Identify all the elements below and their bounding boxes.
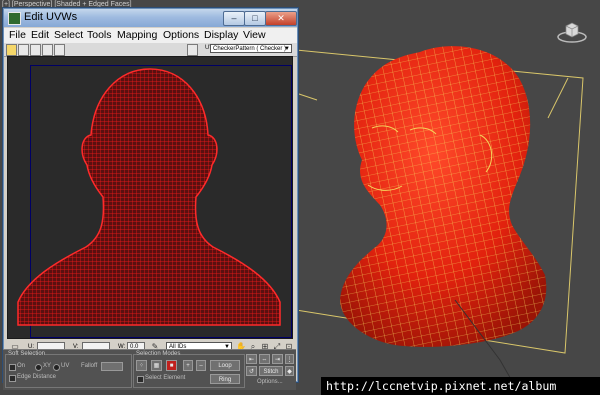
maximize-button[interactable]: □ [244,11,266,26]
menu-options[interactable]: Options [163,29,199,41]
uv-radio-label: UV [61,363,70,369]
soft-selection-title: Soft Selection [8,351,46,357]
stitch-button[interactable]: Stitch [259,366,283,376]
uv-rollout-panels: Soft Selection On XY UV Falloff Edge Dis… [3,349,296,390]
ring-button[interactable]: Ring [210,374,240,384]
close-button[interactable]: ✕ [265,11,297,26]
texture-dropdown-value: CheckerPattern ( Checker ) [213,46,287,52]
align-left-icon[interactable]: ⇤ [246,354,257,364]
select-element-checkbox[interactable] [137,376,144,383]
shrink-button[interactable]: – [196,360,206,371]
freeform-tool-icon[interactable] [42,44,53,56]
uv-toolbar: UV CheckerPattern ( Checker ) ▼ [4,43,297,57]
falloff-field[interactable] [101,362,123,371]
edit-uvws-window[interactable]: Edit UVWs – □ ✕ File Edit Select Tools M… [3,8,298,382]
minimize-button[interactable]: – [223,11,245,26]
align-center-icon[interactable]: ⇔ [259,354,270,364]
menu-file[interactable]: File [9,29,26,41]
window-titlebar[interactable]: Edit UVWs – □ ✕ [4,9,297,27]
edge-distance-label: Edge Distance [17,374,57,380]
texture-dropdown[interactable]: CheckerPattern ( Checker ) ▼ [210,44,292,53]
viewcube-icon[interactable] [556,18,588,44]
straighten-icon[interactable]: ⋮ [285,354,294,364]
scale-tool-icon[interactable] [30,44,41,56]
menu-select[interactable]: Select [54,29,83,41]
edge-mode-icon[interactable]: ▦ [151,360,162,371]
watermark-url: http://lccnetvip.pixnet.net/album [321,377,600,395]
falloff-label: Falloff [81,363,98,369]
face-mode-icon[interactable]: ■ [166,360,177,371]
xy-label: XY [43,363,52,369]
menu-view[interactable]: View [243,29,266,41]
uv-radio[interactable] [53,364,60,371]
app-icon [8,12,21,25]
loop-button[interactable]: Loop [210,360,240,371]
rotate-tool-icon[interactable] [18,44,29,56]
uv-editor-view[interactable] [7,56,293,339]
weld-icon[interactable]: ◆ [285,366,294,376]
rotate-ccw-icon[interactable]: ↺ [246,366,257,376]
vertex-mode-icon[interactable]: ⁘ [136,360,147,371]
edge-distance-checkbox[interactable] [9,375,16,382]
window-title: Edit UVWs [24,11,78,23]
head-mesh [340,46,547,395]
align-right-icon[interactable]: ⇥ [272,354,283,364]
menu-mapping[interactable]: Mapping [117,29,157,41]
grow-button[interactable]: + [183,360,193,371]
soft-selection-group [5,354,132,388]
soft-on-checkbox[interactable] [9,364,16,371]
select-element-label: Select Element [145,375,186,381]
uv-unwrap-mesh [17,68,281,326]
xy-radio[interactable] [35,364,42,371]
options-button[interactable]: Options... [257,379,283,385]
menu-edit[interactable]: Edit [31,29,49,41]
menu-bar: File Edit Select Tools Mapping Options D… [4,28,297,43]
menu-display[interactable]: Display [204,29,238,41]
mirror-tool-icon[interactable] [54,44,65,56]
show-map-icon[interactable] [187,44,198,56]
selection-modes-title: Selection Modes [136,351,181,357]
chevron-down-icon: ▼ [284,46,290,52]
soft-on-label: On [17,363,26,369]
menu-tools[interactable]: Tools [87,29,112,41]
move-tool-icon[interactable] [6,44,17,56]
